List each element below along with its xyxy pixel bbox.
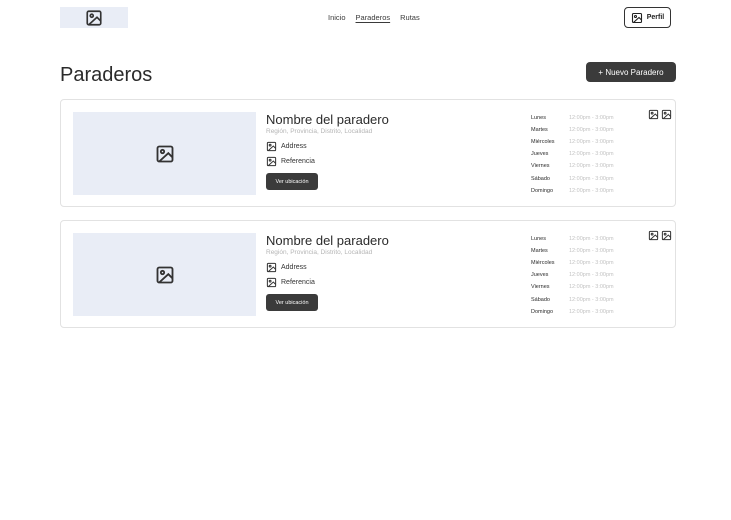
address-label: Address [281,143,307,150]
schedule-hours: 12:00pm - 3:00pm [569,272,614,279]
reference-row: Referencia [266,156,315,167]
image-icon [155,144,175,164]
schedule-day: Miércoles [531,139,555,146]
schedule-day: Viernes [531,163,550,170]
profile-button[interactable]: Perfil [624,7,671,28]
schedule-hours: 12:00pm - 3:00pm [569,163,614,170]
main-nav: Inicio Paraderos Rutas [328,13,420,22]
schedule-hours: 12:00pm - 3:00pm [569,260,614,267]
schedule: Lunes 12:00pm - 3:00pm Martes 12:00pm - 3:0… [531,233,614,318]
paradero-image [73,112,256,195]
schedule: Lunes 12:00pm - 3:00pm Martes 12:00pm - 3:0… [531,112,614,197]
address-row: Address [266,262,307,273]
reference-row: Referencia [266,277,315,288]
schedule-hours: 12:00pm - 3:00pm [569,187,614,194]
profile-label: Perfil [646,14,665,21]
schedule-hours: 12:00pm - 3:00pm [569,308,614,315]
image-icon[interactable] [661,230,672,241]
schedule-day: Miércoles [531,260,555,267]
nav-item-inicio[interactable]: Inicio [328,13,346,22]
schedule-hours: 12:00pm - 3:00pm [569,151,614,158]
schedule-hours: 12:00pm - 3:00pm [569,248,614,255]
paradero-card: Nombre del paradero Región, Provincia, D… [60,99,676,207]
schedule-row: Domingo 12:00pm - 3:00pm [531,185,614,197]
schedule-row: Viernes 12:00pm - 3:00pm [531,281,614,293]
schedule-day: Lunes [531,236,546,243]
paradero-title: Nombre del paradero [266,233,389,248]
image-icon [266,262,277,273]
schedule-day: Martes [531,127,548,134]
reference-label: Referencia [281,279,315,286]
view-location-button[interactable]: Ver ubicación [266,173,318,190]
image-icon[interactable] [648,230,659,241]
schedule-row: Jueves 12:00pm - 3:00pm [531,269,614,281]
nav-item-rutas[interactable]: Rutas [400,13,420,22]
image-icon [266,277,277,288]
schedule-day: Domingo [531,187,554,194]
schedule-row: Martes 12:00pm - 3:00pm [531,124,614,136]
schedule-day: Martes [531,248,548,255]
schedule-row: Viernes 12:00pm - 3:00pm [531,160,614,172]
reference-label: Referencia [281,158,315,165]
schedule-hours: 12:00pm - 3:00pm [569,139,614,146]
image-icon [85,9,103,27]
schedule-row: Miércoles 12:00pm - 3:00pm [531,136,614,148]
page-title: Paraderos [60,64,153,86]
paradero-image [73,233,256,316]
schedule-hours: 12:00pm - 3:00pm [569,175,614,182]
new-paradero-button[interactable]: + Nuevo Paradero [586,62,676,82]
schedule-day: Domingo [531,308,554,315]
schedule-row: Domingo 12:00pm - 3:00pm [531,306,614,318]
logo[interactable] [60,7,128,28]
image-icon [631,12,643,24]
schedule-row: Lunes 12:00pm - 3:00pm [531,233,614,245]
schedule-hours: 12:00pm - 3:00pm [569,127,614,134]
schedule-row: Martes 12:00pm - 3:00pm [531,245,614,257]
card-actions [648,109,672,120]
schedule-day: Lunes [531,115,546,122]
address-row: Address [266,141,307,152]
schedule-row: Sábado 12:00pm - 3:00pm [531,172,614,184]
schedule-row: Lunes 12:00pm - 3:00pm [531,112,614,124]
image-icon [266,156,277,167]
paradero-card: Nombre del paradero Región, Provincia, D… [60,220,676,328]
schedule-hours: 12:00pm - 3:00pm [569,296,614,303]
image-icon[interactable] [648,109,659,120]
schedule-row: Jueves 12:00pm - 3:00pm [531,148,614,160]
card-actions [648,230,672,241]
schedule-day: Sábado [531,175,550,182]
image-icon [266,141,277,152]
paradero-location: Región, Provincia, Distrito, Localidad [266,128,373,135]
schedule-row: Miércoles 12:00pm - 3:00pm [531,257,614,269]
schedule-day: Sábado [531,296,550,303]
nav-item-paraderos[interactable]: Paraderos [356,13,391,22]
view-location-button[interactable]: Ver ubicación [266,294,318,311]
schedule-day: Viernes [531,284,550,291]
paradero-title: Nombre del paradero [266,112,389,127]
paradero-location: Región, Provincia, Distrito, Localidad [266,249,373,256]
schedule-hours: 12:00pm - 3:00pm [569,284,614,291]
schedule-day: Jueves [531,272,549,279]
image-icon[interactable] [661,109,672,120]
image-icon [155,265,175,285]
schedule-day: Jueves [531,151,549,158]
schedule-row: Sábado 12:00pm - 3:00pm [531,293,614,305]
schedule-hours: 12:00pm - 3:00pm [569,115,614,122]
schedule-hours: 12:00pm - 3:00pm [569,236,614,243]
address-label: Address [281,264,307,271]
